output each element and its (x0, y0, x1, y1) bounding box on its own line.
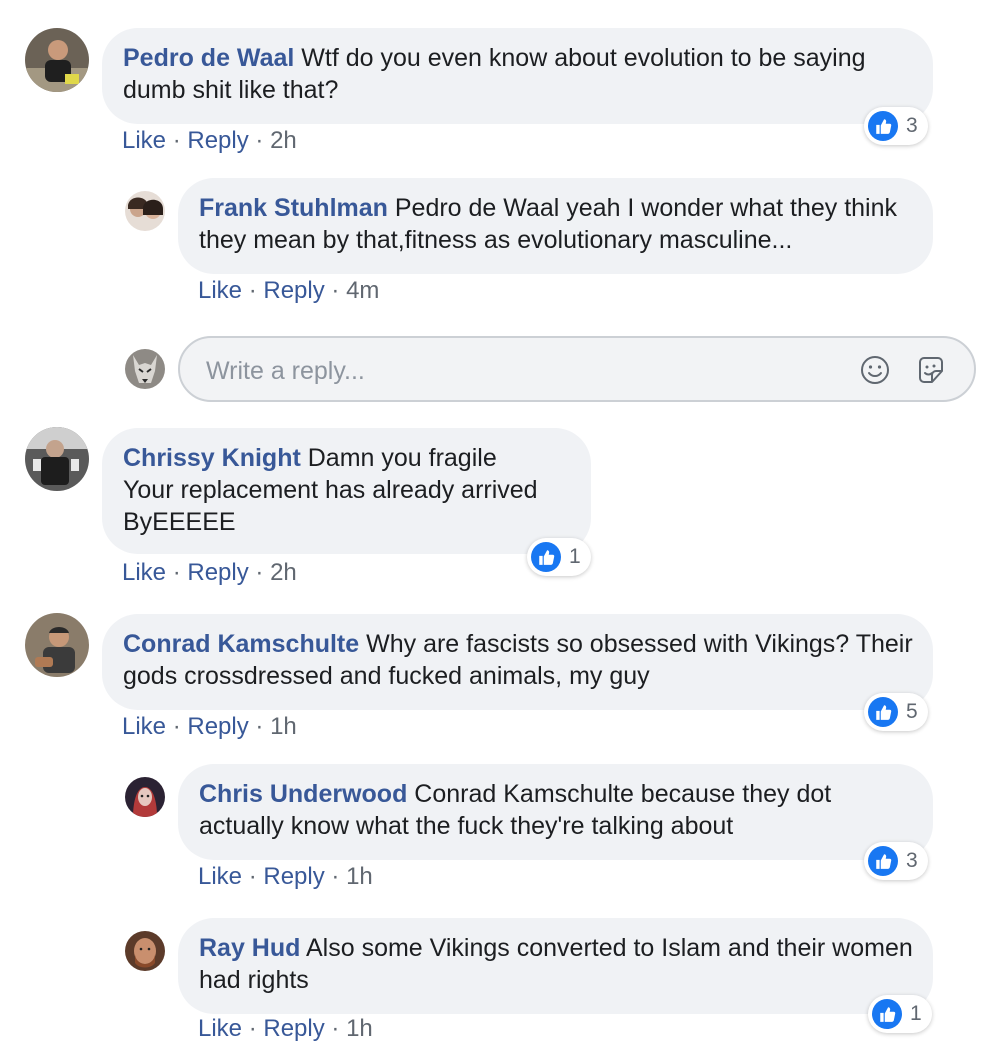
separator: · (331, 277, 340, 304)
timestamp[interactable]: 1h (270, 713, 297, 740)
like-link[interactable]: Like (122, 127, 166, 154)
like-link[interactable]: Like (198, 863, 242, 890)
reply-input[interactable] (204, 352, 808, 390)
separator: · (248, 1015, 257, 1042)
comment-author[interactable]: Chris Underwood (199, 780, 407, 808)
thumbs-up-icon (868, 697, 898, 727)
comment-author[interactable]: Ray Hud (199, 934, 300, 962)
timestamp[interactable]: 1h (346, 863, 373, 890)
comment-author[interactable]: Conrad Kamschulte (123, 630, 359, 658)
reply-link[interactable]: Reply (263, 277, 324, 304)
reply-link[interactable]: Reply (187, 559, 248, 586)
reaction-count[interactable]: 3 (864, 842, 928, 880)
avatar[interactable] (125, 191, 165, 231)
comment-actions: Like · Reply · 1h (122, 712, 297, 742)
reaction-number: 3 (906, 114, 918, 137)
reaction-number: 1 (569, 545, 581, 568)
separator: · (331, 863, 340, 890)
reaction-number: 1 (910, 1002, 922, 1025)
reaction-count[interactable]: 5 (864, 693, 928, 731)
comment-text-line: Your replacement has already arrived (123, 476, 538, 504)
comment-actions: Like · Reply · 1h (198, 862, 373, 892)
smiley-icon[interactable] (858, 353, 892, 387)
separator: · (172, 127, 181, 154)
sticker-icon[interactable] (914, 353, 948, 387)
comment-text: Also some Vikings converted to Islam and… (199, 934, 913, 994)
like-link[interactable]: Like (122, 559, 166, 586)
separator: · (248, 863, 257, 890)
reply-link[interactable]: Reply (187, 127, 248, 154)
separator: · (255, 559, 264, 586)
thumbs-up-icon (868, 846, 898, 876)
comment-author[interactable]: Frank Stuhlman (199, 194, 388, 222)
avatar[interactable] (25, 427, 89, 491)
comment-bubble: Chrissy Knight Damn you fragile Your rep… (102, 428, 591, 554)
reaction-number: 5 (906, 700, 918, 723)
like-link[interactable]: Like (198, 277, 242, 304)
reply-link[interactable]: Reply (263, 863, 324, 890)
comment-text-line: ByEEEEE (123, 508, 236, 536)
comment-text-line: Damn you fragile (307, 444, 497, 472)
thumbs-up-icon (872, 999, 902, 1029)
comment-bubble: Pedro de Waal Wtf do you even know about… (102, 28, 933, 124)
reply-link[interactable]: Reply (263, 1015, 324, 1042)
timestamp[interactable]: 4m (346, 277, 379, 304)
reaction-count[interactable]: 1 (868, 995, 932, 1033)
reply-bubble: Ray Hud Also some Vikings converted to I… (178, 918, 933, 1014)
current-user-avatar (125, 349, 165, 389)
like-link[interactable]: Like (122, 713, 166, 740)
timestamp[interactable]: 2h (270, 127, 297, 154)
avatar[interactable] (25, 28, 89, 92)
comment-actions: Like · Reply · 2h (122, 126, 297, 156)
separator: · (172, 559, 181, 586)
separator: · (255, 713, 264, 740)
separator: · (255, 127, 264, 154)
reply-bubble: Chris Underwood Conrad Kamschulte becaus… (178, 764, 933, 860)
reply-bubble: Frank Stuhlman Pedro de Waal yeah I wond… (178, 178, 933, 274)
avatar[interactable] (125, 931, 165, 971)
comment-actions: Like · Reply · 1h (198, 1014, 373, 1044)
comment-author[interactable]: Chrissy Knight (123, 444, 301, 472)
thumbs-up-icon (868, 111, 898, 141)
thumbs-up-icon (531, 542, 561, 572)
comment-author[interactable]: Pedro de Waal (123, 44, 294, 72)
avatar[interactable] (125, 777, 165, 817)
separator: · (248, 277, 257, 304)
separator: · (331, 1015, 340, 1042)
comment-actions: Like · Reply · 4m (198, 276, 379, 306)
reply-link[interactable]: Reply (187, 713, 248, 740)
separator: · (172, 713, 181, 740)
reaction-number: 3 (906, 849, 918, 872)
comment-bubble: Conrad Kamschulte Why are fascists so ob… (102, 614, 933, 710)
reaction-count[interactable]: 3 (864, 107, 928, 145)
reply-composer (178, 336, 976, 402)
timestamp[interactable]: 2h (270, 559, 297, 586)
timestamp[interactable]: 1h (346, 1015, 373, 1042)
reaction-count[interactable]: 1 (527, 538, 591, 576)
comment-actions: Like · Reply · 2h (122, 558, 297, 588)
like-link[interactable]: Like (198, 1015, 242, 1042)
avatar[interactable] (25, 613, 89, 677)
